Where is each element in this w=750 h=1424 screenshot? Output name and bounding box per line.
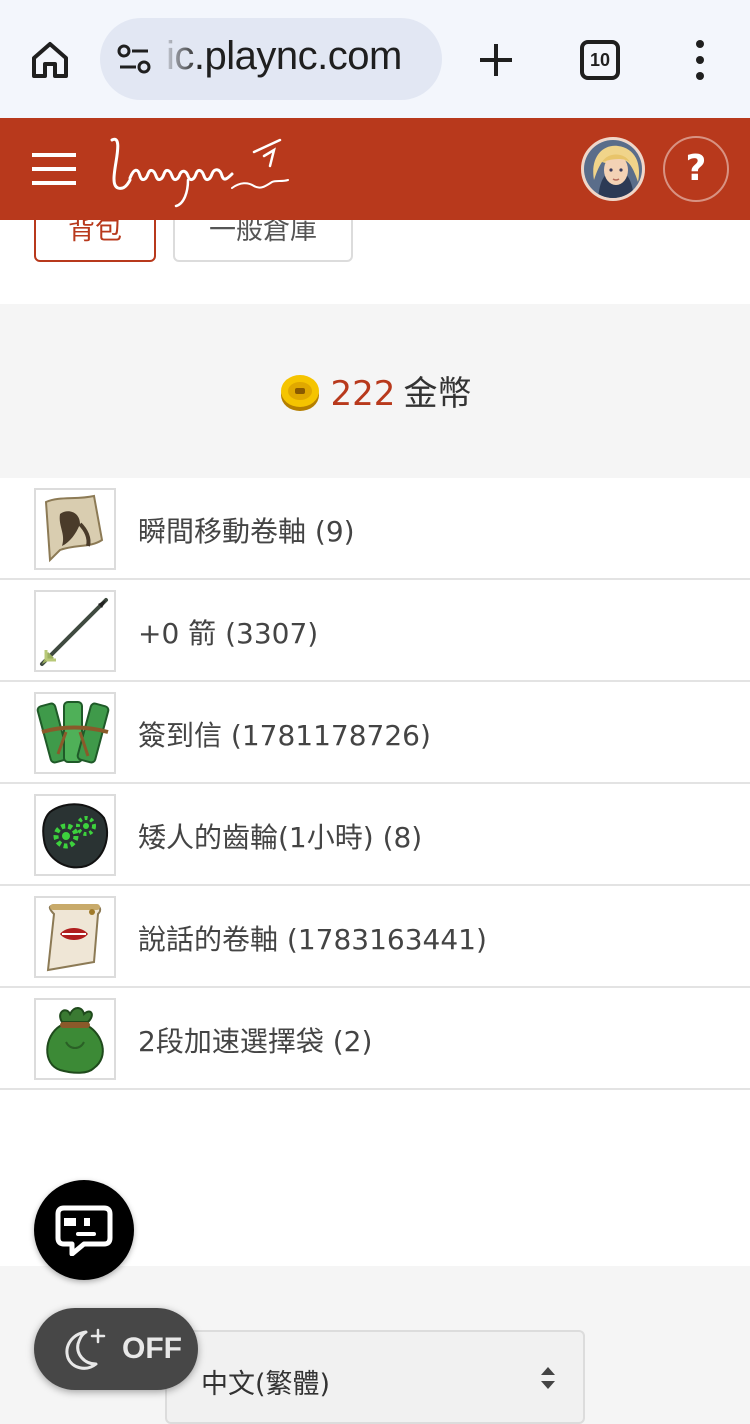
item-thumbnail	[34, 692, 116, 774]
item-name[interactable]: 矮人的齒輪(1小時) (8)	[138, 816, 422, 856]
url-fade	[160, 18, 200, 100]
item-thumbnail	[34, 794, 116, 876]
item-name[interactable]: +0 箭 (3307)	[138, 612, 318, 652]
item-name[interactable]: 2段加速選擇袋 (2)	[138, 1020, 372, 1060]
gold-amount: 222	[330, 374, 396, 414]
new-tab-icon[interactable]	[474, 38, 518, 82]
avatar-portrait-icon	[584, 140, 642, 198]
item-thumbnail	[34, 488, 116, 570]
inventory-list: 瞬間移動卷軸 (9) +0 箭 (3307) 簽到信 (1781178726)	[0, 478, 750, 1090]
list-item[interactable]: 說話的卷軸 (1783163441)	[0, 886, 750, 988]
chat-bot-button[interactable]	[34, 1180, 134, 1280]
teleport-scroll-icon	[44, 494, 104, 563]
select-arrows-icon	[541, 1367, 555, 1389]
item-thumbnail	[34, 998, 116, 1080]
tab-switcher-button[interactable]: 10	[580, 40, 620, 80]
list-item[interactable]: 瞬間移動卷軸 (9)	[0, 478, 750, 580]
attendance-letter-icon	[36, 701, 110, 764]
gold-unit: 金幣	[403, 374, 472, 414]
more-options-icon[interactable]	[690, 38, 710, 82]
item-thumbnail	[34, 896, 116, 978]
url-text[interactable]: ic.plaync.com	[166, 34, 402, 79]
hamburger-menu-icon[interactable]	[32, 153, 76, 185]
list-item[interactable]: 2段加速選擇袋 (2)	[0, 988, 750, 1090]
help-button[interactable]: ?	[663, 136, 729, 202]
item-name[interactable]: 簽到信 (1781178726)	[138, 714, 431, 754]
lineage-classic-logo[interactable]	[104, 132, 294, 212]
item-thumbnail	[34, 590, 116, 672]
chat-bot-icon	[55, 1205, 113, 1256]
item-name[interactable]: 瞬間移動卷軸 (9)	[138, 510, 355, 550]
talking-scroll-icon	[46, 904, 102, 972]
arrow-icon	[40, 598, 108, 666]
list-item[interactable]: 簽到信 (1781178726)	[0, 682, 750, 784]
site-settings-icon[interactable]	[116, 42, 152, 76]
list-item[interactable]: +0 箭 (3307)	[0, 580, 750, 682]
language-select[interactable]: 中文(繁體)	[165, 1330, 585, 1424]
haste-pouch-icon	[46, 1007, 104, 1074]
list-item[interactable]: 矮人的齒輪(1小時) (8)	[0, 784, 750, 886]
browser-toolbar: ic.plaync.com 10	[0, 0, 750, 118]
address-bar[interactable]: ic.plaync.com	[100, 18, 442, 100]
dark-mode-label: OFF	[122, 1332, 182, 1365]
language-value[interactable]: 中文(繁體)	[201, 1362, 330, 1401]
gold-line: 222 金幣	[0, 372, 750, 416]
dark-mode-toggle[interactable]: OFF	[34, 1308, 198, 1390]
user-avatar[interactable]	[581, 137, 645, 201]
item-name[interactable]: 說話的卷軸 (1783163441)	[138, 918, 487, 958]
gold-coin-icon	[280, 374, 319, 411]
home-icon[interactable]	[28, 38, 72, 82]
site-header: ?	[0, 118, 750, 220]
moon-icon	[65, 1328, 106, 1370]
gold-summary: 222 金幣	[0, 304, 750, 478]
dwarf-gear-icon	[42, 803, 109, 869]
